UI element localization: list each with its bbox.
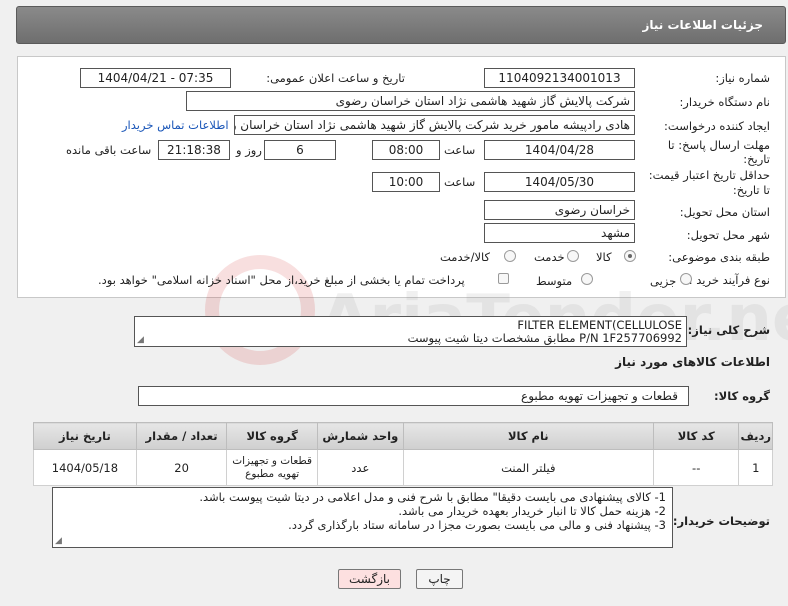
back-button[interactable]: بازگشت xyxy=(338,569,401,589)
price-validity-label-line2: تا تاریخ: xyxy=(732,183,770,197)
requester-field: هادی رادپیشه مامور خرید شرکت پالایش گاز … xyxy=(234,115,635,135)
process-radio-medium[interactable] xyxy=(581,273,593,285)
cell-row: 1 xyxy=(738,449,773,486)
category-radio-service[interactable] xyxy=(567,250,579,262)
page-title: جزئیات اطلاعات نیاز xyxy=(642,18,763,32)
items-table: ردیف کد کالا نام کالا واحد شمارش گروه کا… xyxy=(33,422,773,486)
items-table-header: ردیف کد کالا نام کالا واحد شمارش گروه کا… xyxy=(33,422,773,450)
price-validity-label-line1: حداقل تاریخ اعتبار قیمت: xyxy=(648,168,770,182)
remaining-time: 21:18:38 xyxy=(158,140,230,160)
col-header-date: تاریخ نیاز xyxy=(33,422,137,450)
buyer-note-line-2: 2- هزینه حمل کالا تا انبار خریدار بعهده … xyxy=(398,504,666,518)
reply-deadline-label-line2: تاریخ: xyxy=(743,152,770,166)
buyer-contact-link[interactable]: اطلاعات تماس خریدار xyxy=(122,118,229,132)
print-button[interactable]: چاپ xyxy=(416,569,463,589)
col-header-name: نام کالا xyxy=(402,422,654,450)
cell-unit: عدد xyxy=(316,449,404,486)
category-option-service: خدمت xyxy=(534,250,565,264)
process-type-label: نوع فرآیند خرید : xyxy=(688,273,770,287)
page: جزئیات اطلاعات نیاز AriaTender.neT شماره… xyxy=(0,0,788,606)
table-row: 1 -- فیلتر المنت عدد قطعات و تجهیزات تهو… xyxy=(33,449,773,486)
reply-deadline-label-line1: مهلت ارسال پاسخ: تا xyxy=(667,138,770,152)
announce-datetime-label: تاریخ و ساعت اعلان عمومی: xyxy=(266,71,405,85)
goods-info-title: اطلاعات کالاهای مورد نیاز xyxy=(615,355,770,369)
page-header: جزئیات اطلاعات نیاز xyxy=(16,6,786,44)
price-validity-time-label: ساعت xyxy=(444,175,476,189)
treasury-note: پرداخت تمام یا بخشی از مبلغ خرید،از محل … xyxy=(98,273,465,287)
buyer-org-field: شرکت پالایش گاز شهید هاشمی نژاد استان خر… xyxy=(186,91,635,111)
buyer-notes-label: توضیحات خریدار: xyxy=(672,514,770,528)
need-number-label: شماره نیاز: xyxy=(715,71,770,85)
buyer-note-line-3: 3- پیشنهاد فنی و مالی می بایست بصورت مجز… xyxy=(288,518,666,532)
category-label: طبقه بندی موضوعی: xyxy=(668,250,770,264)
goods-group-label: گروه کالا: xyxy=(714,389,770,403)
category-option-goods: کالا xyxy=(596,250,612,264)
col-header-group: گروه کالا xyxy=(226,422,318,450)
process-option-medium: متوسط xyxy=(536,274,573,288)
cell-name: فیلتر المنت xyxy=(402,449,654,486)
cell-group: قطعات و تجهیزات تهویه مطبوع xyxy=(226,449,318,486)
col-header-qty: تعداد / مقدار xyxy=(135,422,228,450)
treasury-checkbox[interactable] xyxy=(498,273,509,284)
delivery-city-field: مشهد xyxy=(484,223,635,243)
description-line2: P/N 1F257706992 مطابق مشخصات دیتا شیت پی… xyxy=(407,331,682,345)
price-validity-time: 10:00 xyxy=(372,172,440,192)
requester-label: ایجاد کننده درخواست: xyxy=(664,119,770,133)
delivery-province-field: خراسان رضوی xyxy=(484,200,635,220)
category-radio-goods[interactable] xyxy=(624,250,636,262)
announce-datetime-field: 1404/04/21 - 07:35 xyxy=(80,68,231,88)
process-option-minor: جزیی xyxy=(650,274,677,288)
process-radio-minor[interactable] xyxy=(680,273,692,285)
remaining-days: 6 xyxy=(264,140,336,160)
col-header-code: کد کالا xyxy=(652,422,740,450)
col-header-unit: واحد شمارش xyxy=(316,422,404,450)
col-header-row: ردیف xyxy=(738,422,773,450)
cell-date: 1404/05/18 xyxy=(33,449,137,486)
buyer-org-label: نام دستگاه خریدار: xyxy=(679,95,770,109)
need-number-field: 1104092134001013 xyxy=(484,68,635,88)
buyer-note-line-1: 1- کالای پیشنهادی می بایست دقیقا" مطابق … xyxy=(199,490,666,504)
price-validity-date: 1404/05/30 xyxy=(484,172,635,192)
reply-deadline-time-label: ساعت xyxy=(444,143,476,157)
resize-handle-icon: ◢ xyxy=(55,536,62,546)
cell-code: -- xyxy=(652,449,740,486)
description-textarea: FILTER ELEMENT(CELLULOSE P/N 1F257706992… xyxy=(134,316,687,347)
resize-handle-icon: ◢ xyxy=(137,335,144,345)
category-radio-goods-service[interactable] xyxy=(504,250,516,262)
remaining-time-label: ساعت باقی مانده xyxy=(66,143,152,157)
reply-deadline-time: 08:00 xyxy=(372,140,440,160)
delivery-city-label: شهر محل تحویل: xyxy=(686,228,770,242)
description-label: شرح کلی نیاز: xyxy=(687,323,770,337)
reply-deadline-date: 1404/04/28 xyxy=(484,140,635,160)
delivery-province-label: استان محل تحویل: xyxy=(679,205,770,219)
days-label: روز و xyxy=(236,143,262,157)
goods-group-field: قطعات و تجهیزات تهویه مطبوع xyxy=(138,386,689,406)
category-option-goods-service: کالا/خدمت xyxy=(440,250,491,264)
buyer-notes-textarea: 1- کالای پیشنهادی می بایست دقیقا" مطابق … xyxy=(52,487,673,548)
description-line1: FILTER ELEMENT(CELLULOSE xyxy=(517,318,682,332)
cell-qty: 20 xyxy=(135,449,228,486)
